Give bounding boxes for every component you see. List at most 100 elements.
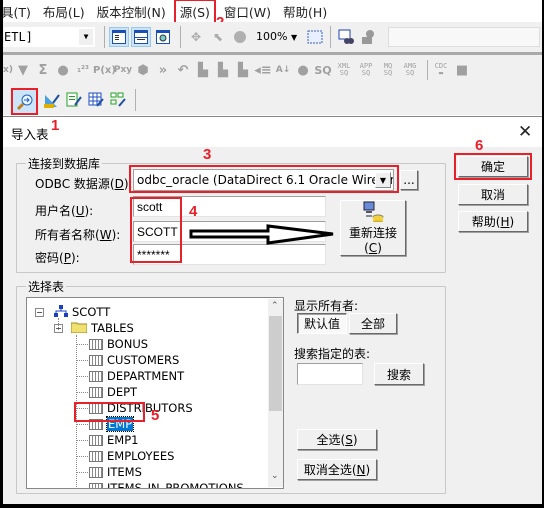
menu-window[interactable]: 窗口(W): [218, 2, 277, 21]
select-all-button[interactable]: 全选(S): [297, 429, 377, 450]
workspace-combo[interactable]: ETL] ▼: [3, 26, 96, 48]
update-strategy-icon[interactable]: ↶: [173, 63, 193, 78]
tree-node-root[interactable]: − SCOTT: [35, 304, 110, 320]
table-list-item[interactable]: EMP1: [89, 432, 138, 448]
normalizer-icon[interactable]: ▙: [193, 63, 213, 78]
table-icon: [89, 450, 103, 462]
pan-icon[interactable]: ✥: [186, 27, 206, 47]
table-list-item[interactable]: ITEMS_IN_PROMOTIONS: [89, 480, 244, 488]
table-list-item[interactable]: DEPT: [89, 384, 137, 400]
folder-icon: [70, 321, 88, 336]
create-table-icon[interactable]: [85, 89, 107, 111]
search-table-input[interactable]: [297, 363, 363, 385]
owner-default-button[interactable]: 默认值: [297, 313, 347, 334]
toolbar-source-analyzer: [3, 85, 542, 115]
aggregator-icon[interactable]: Σ: [33, 63, 53, 78]
import-from-database-button[interactable]: [11, 88, 38, 115]
scroll-thumb[interactable]: [269, 316, 282, 411]
scroll-up-icon[interactable]: ⌃: [271, 301, 279, 311]
tree-scrollbar[interactable]: ⌃ ⌄: [268, 299, 283, 487]
transaction-control-icon[interactable]: ◂≡: [253, 63, 273, 78]
odbc-datasource-select[interactable]: odbc_oracle (DataDirect 6.1 Oracle Wire …: [133, 169, 394, 191]
xml-sq-icon[interactable]: XML SQ: [333, 63, 355, 77]
procedure-icon[interactable]: P(x): [93, 65, 116, 76]
owner-all-button[interactable]: 全部: [349, 313, 397, 334]
zoom-level-combo[interactable]: 100% ▼: [256, 30, 297, 43]
sequence-icon[interactable]: Pxy: [113, 65, 133, 75]
zoom-icon[interactable]: [230, 27, 250, 47]
reconnect-label: 重新连接(C): [348, 226, 397, 255]
table-list-item[interactable]: CUSTOMERS: [89, 352, 179, 368]
edit-schema-icon[interactable]: [107, 89, 129, 111]
deselect-all-label-key: N: [356, 462, 366, 477]
show-owner-label: 显示所有者:: [294, 299, 359, 313]
menu-help[interactable]: 帮助(H): [277, 2, 333, 21]
filter-icon[interactable]: ▼: [13, 63, 33, 78]
table-icon: [89, 466, 103, 478]
zoom-level-value: 100%: [256, 30, 288, 43]
toolbar-textbox[interactable]: [388, 27, 540, 47]
rank-icon[interactable]: ₁²³: [73, 65, 93, 75]
comment-icon[interactable]: ●: [53, 63, 73, 78]
table-tree[interactable]: − SCOTT − TABLES BONUS CUSTOMERS DEPARTMENT DEP…: [26, 297, 284, 489]
deselect-all-label-text: 取消全选(: [303, 463, 357, 477]
mq-sq-icon[interactable]: MQ SQ: [377, 63, 399, 77]
annotation-1: 1: [51, 117, 60, 134]
ok-button[interactable]: 确定: [458, 156, 528, 177]
table-list-item[interactable]: BONUS: [89, 336, 148, 352]
source-qualifier-icon[interactable]: SQ: [313, 64, 333, 77]
password-label-text: 密码(: [35, 251, 64, 265]
chevron-down-icon[interactable]: ▼: [79, 29, 93, 45]
help-button[interactable]: 帮助(H): [458, 211, 528, 232]
navigator-toggle-icon[interactable]: [109, 27, 129, 47]
connect-group-label: 连接到数据库: [26, 155, 103, 172]
deselect-all-button[interactable]: 取消全选(N): [297, 459, 377, 480]
window-frame: [0, 504, 544, 508]
table-list-item[interactable]: DEPARTMENT: [89, 368, 184, 384]
menu-sources[interactable]: 源(S): [173, 0, 216, 24]
overview-window-icon[interactable]: [153, 27, 173, 47]
zoom-select-icon[interactable]: ⬉: [208, 27, 228, 47]
app-sq-icon[interactable]: APP SQ: [355, 63, 377, 77]
tree-connector: [76, 488, 88, 489]
stored-procedure-icon[interactable]: ●: [293, 63, 313, 78]
toolbar-separator: [135, 89, 136, 111]
chevron-down-icon[interactable]: ▼: [375, 172, 391, 188]
cdc-icon[interactable]: CDC ▬: [430, 63, 452, 77]
union-icon[interactable]: ▙: [233, 63, 253, 78]
custom-transformation-icon[interactable]: ■: [452, 63, 472, 78]
router-icon[interactable]: »: [153, 63, 173, 78]
find-icon[interactable]: [336, 27, 356, 47]
toolbar-separator: [104, 26, 105, 48]
amg-sq-icon[interactable]: AMG SQ: [399, 63, 421, 77]
joiner-icon[interactable]: ⬢: [133, 63, 153, 78]
reconnect-button[interactable]: 重新连接(C): [340, 200, 406, 256]
lookup-icon[interactable]: ▙: [213, 63, 233, 78]
import-from-cobol-icon[interactable]: [63, 89, 85, 111]
browse-odbc-button[interactable]: ...: [400, 170, 418, 190]
username-label-text: 用户名(: [35, 204, 76, 218]
tree-connector: [76, 360, 88, 361]
scroll-down-icon[interactable]: ⌄: [271, 471, 279, 481]
expression-icon[interactable]: x): [3, 65, 13, 75]
table-name: ITEMS: [107, 465, 142, 479]
table-list-item[interactable]: EMPLOYEES: [89, 448, 174, 464]
search-button[interactable]: 搜索: [374, 363, 424, 385]
output-window-toggle-icon[interactable]: [131, 27, 151, 47]
annotation-box-4: [130, 197, 182, 263]
fit-window-icon[interactable]: [305, 27, 325, 47]
menu-version-control[interactable]: 版本控制(N): [91, 2, 172, 21]
import-from-file-icon[interactable]: [41, 89, 63, 111]
sorter-icon[interactable]: A↓: [273, 65, 293, 75]
cancel-button[interactable]: 取消: [458, 184, 528, 205]
arrow-annotation-icon: [189, 224, 334, 245]
tree-node-folder[interactable]: − TABLES: [54, 320, 134, 336]
menu-tools[interactable]: 具(T): [1, 2, 37, 21]
close-icon[interactable]: ✕: [518, 122, 532, 142]
table-list-item[interactable]: ITEMS: [89, 464, 142, 480]
menu-layout[interactable]: 布局(L): [37, 2, 91, 21]
select-tables-group-label: 选择表: [26, 278, 67, 295]
collapse-icon[interactable]: −: [35, 307, 44, 317]
table-icon: [89, 386, 103, 398]
debug-icon[interactable]: [358, 27, 378, 47]
